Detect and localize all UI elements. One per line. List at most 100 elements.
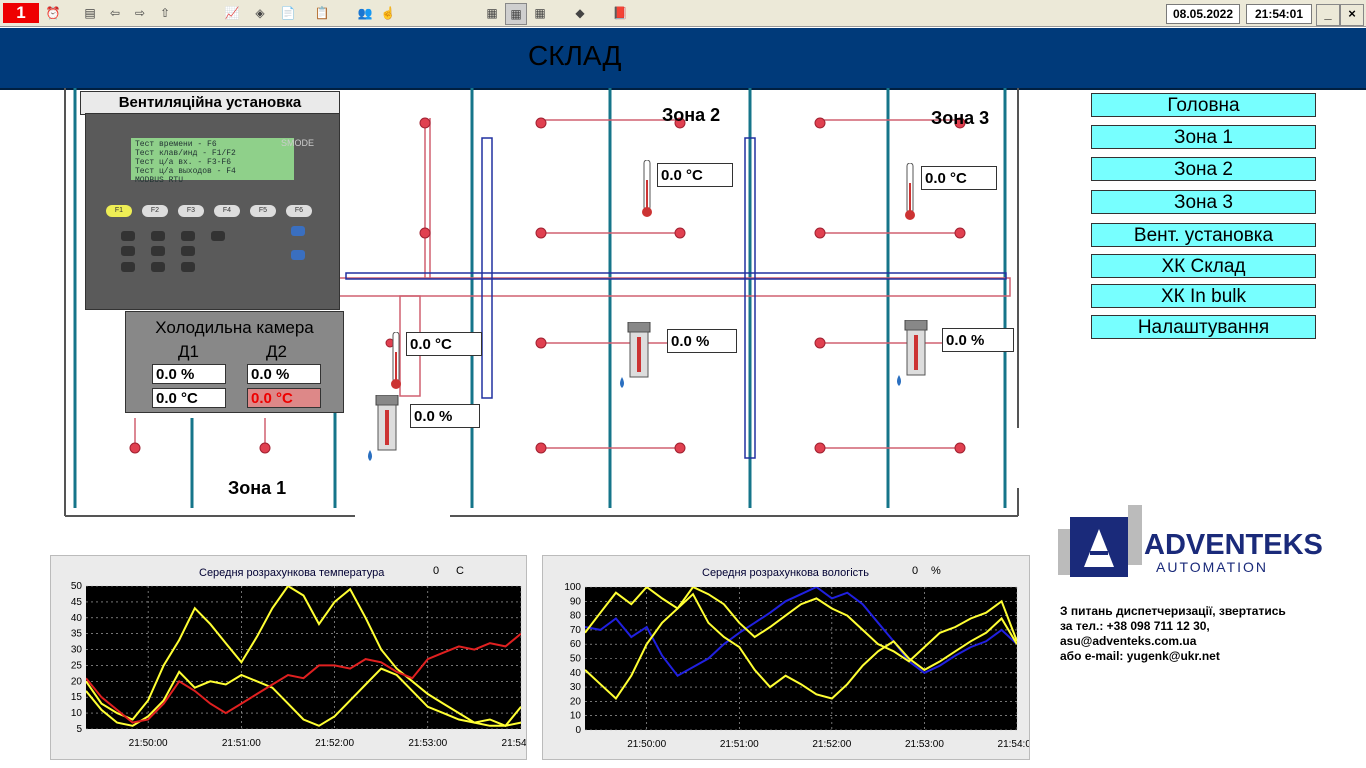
header-bar: СКЛАД xyxy=(0,28,1366,90)
y-tick-label: 10 xyxy=(570,711,582,722)
nav-zone-1-button[interactable]: Зона 1 xyxy=(1091,125,1316,149)
x-tick-label: 21:50:00 xyxy=(129,738,168,749)
logo-name: ADVENTEKS xyxy=(1144,529,1323,561)
x-tick-label: 21:53:00 xyxy=(408,738,447,749)
x-tick-label: 21:51:00 xyxy=(222,738,261,749)
y-tick-label: 0 xyxy=(575,725,581,736)
screen-number[interactable]: 1 xyxy=(3,3,39,23)
pointer-icon[interactable]: ☝ xyxy=(378,3,398,23)
zone-2-humidity-value: 0.0 % xyxy=(667,329,737,353)
contact-info: З питань диспетчеризації, звертатись за … xyxy=(1060,604,1286,664)
nav-home-button[interactable]: Головна xyxy=(1091,93,1316,117)
temperature-chart: 5 10 15 20 25 30 35 40 45 50 21:50:00 21:51:00 21:52… xyxy=(71,581,526,749)
keypad-key xyxy=(151,231,165,241)
page-title: СКЛАД xyxy=(528,40,622,71)
zone-2-temperature-value: 0.0 °C xyxy=(657,163,733,187)
humidity-sensor-icon xyxy=(897,320,928,386)
y-tick-label: 20 xyxy=(570,696,582,707)
vent-controller-image[interactable]: Тест времени - F6 Тест клав/инд - F1/F2 … xyxy=(85,113,340,310)
fkey-f2: F2 xyxy=(142,205,168,217)
screen-1-icon[interactable]: ▦ xyxy=(482,3,502,23)
nav-zone-3-button[interactable]: Зона 3 xyxy=(1091,190,1316,214)
forward-icon[interactable]: ⇨ xyxy=(130,3,150,23)
keypad-key xyxy=(181,246,195,256)
x-tick-label: 21:54:00 xyxy=(998,739,1029,750)
zone-3-temperature-value: 0.0 °C xyxy=(921,166,997,190)
d1-temperature-value: 0.0 °C xyxy=(152,388,226,408)
y-tick-label: 70 xyxy=(570,625,582,636)
nav-cold-storage-button[interactable]: ХК Склад xyxy=(1091,254,1316,278)
keypad-key xyxy=(291,250,305,260)
keypad-key xyxy=(181,262,195,272)
back-icon[interactable]: ⇦ xyxy=(105,3,125,23)
alarm-clock-icon[interactable]: ⏰ xyxy=(43,3,63,23)
time-display: 21:54:01 xyxy=(1246,4,1312,24)
nav-zone-2-button[interactable]: Зона 2 xyxy=(1091,157,1316,181)
thermometer-icon xyxy=(905,163,915,220)
book-icon[interactable]: 📕 xyxy=(610,3,630,23)
tree-icon[interactable]: ▤ xyxy=(80,3,100,23)
report-icon[interactable]: 📋 xyxy=(312,3,332,23)
vent-panel-label[interactable]: Вентиляційна установка xyxy=(80,91,340,115)
zone-1-temperature-value: 0.0 °C xyxy=(406,332,482,356)
y-tick-label: 30 xyxy=(71,645,83,656)
logo-mark-icon xyxy=(1058,505,1142,577)
zone-1-humidity-value: 0.0 % xyxy=(410,404,480,428)
users-icon[interactable]: 👥 xyxy=(355,3,375,23)
keypad-key xyxy=(151,246,165,256)
fkey-f3: F3 xyxy=(178,205,204,217)
humidity-chart: 0 10 20 30 40 50 60 70 80 90 100 21:50:00 21:51:00 21… xyxy=(564,582,1029,750)
y-tick-label: 80 xyxy=(570,611,582,622)
up-icon[interactable]: ⇧ xyxy=(155,3,175,23)
zone-2-label: Зона 2 xyxy=(662,105,721,125)
y-tick-label: 5 xyxy=(76,724,82,735)
y-tick-label: 50 xyxy=(570,654,582,665)
humidity-sensor-icon xyxy=(368,395,399,461)
contact-phone: за тел.: +38 098 711 12 30, xyxy=(1060,619,1210,633)
x-tick-label: 21:52:00 xyxy=(315,738,354,749)
y-tick-label: 10 xyxy=(71,708,83,719)
y-tick-label: 30 xyxy=(570,682,582,693)
y-tick-label: 40 xyxy=(71,613,83,624)
close-button[interactable]: × xyxy=(1340,4,1364,26)
nav-settings-button[interactable]: Налаштування xyxy=(1091,315,1316,339)
zone-3-humidity-value: 0.0 % xyxy=(942,328,1014,352)
y-tick-label: 20 xyxy=(71,676,83,687)
screen-2-icon[interactable]: ▦ xyxy=(505,3,527,25)
logo-subtitle: AUTOMATION xyxy=(1156,559,1269,575)
zone-3-label: Зона 3 xyxy=(931,108,990,128)
humidity-sensor-icon xyxy=(620,322,651,388)
eraser-icon[interactable]: ◆ xyxy=(570,3,590,23)
y-tick-label: 35 xyxy=(71,629,83,640)
nav-cold-bulk-button[interactable]: ХК In bulk xyxy=(1091,284,1316,308)
y-tick-label: 50 xyxy=(71,581,83,592)
thermometer-icon xyxy=(642,160,652,217)
y-tick-label: 40 xyxy=(570,668,582,679)
keypad-key xyxy=(291,226,305,236)
date-display: 08.05.2022 xyxy=(1166,4,1240,24)
nav-vent-unit-button[interactable]: Вент. установка xyxy=(1091,223,1316,247)
cold-chamber-panel: Холодильна камера Д1 Д2 0.0 % 0.0 °C 0.0… xyxy=(125,311,344,413)
keypad-key xyxy=(121,231,135,241)
zone-1-label: Зона 1 xyxy=(228,478,287,498)
keypad-key xyxy=(121,246,135,256)
d2-label: Д2 xyxy=(266,342,287,361)
y-tick-label: 100 xyxy=(564,582,581,593)
document-icon[interactable]: 📄 xyxy=(278,3,298,23)
d2-humidity-value: 0.0 % xyxy=(247,364,321,384)
y-tick-label: 60 xyxy=(570,639,582,650)
controller-lcd: Тест времени - F6 Тест клав/инд - F1/F2 … xyxy=(131,138,294,185)
contact-line: З питань диспетчеризації, звертатись xyxy=(1060,604,1286,618)
x-tick-label: 21:53:00 xyxy=(905,739,944,750)
adventeks-logo: ADVENTEKS AUTOMATION xyxy=(1058,505,1338,595)
screen-3-icon[interactable]: ▦ xyxy=(530,3,550,23)
y-tick-label: 90 xyxy=(570,596,582,607)
trend-icon[interactable]: 📈 xyxy=(222,3,242,23)
thermometer-icon xyxy=(391,332,401,389)
x-tick-label: 21:50:00 xyxy=(627,739,666,750)
minimize-button[interactable]: _ xyxy=(1316,4,1340,26)
layers-icon[interactable]: ◈ xyxy=(250,3,270,23)
fkey-f5: F5 xyxy=(250,205,276,217)
x-tick-label: 21:51:00 xyxy=(720,739,759,750)
x-tick-label: 21:54:00 xyxy=(502,738,526,749)
